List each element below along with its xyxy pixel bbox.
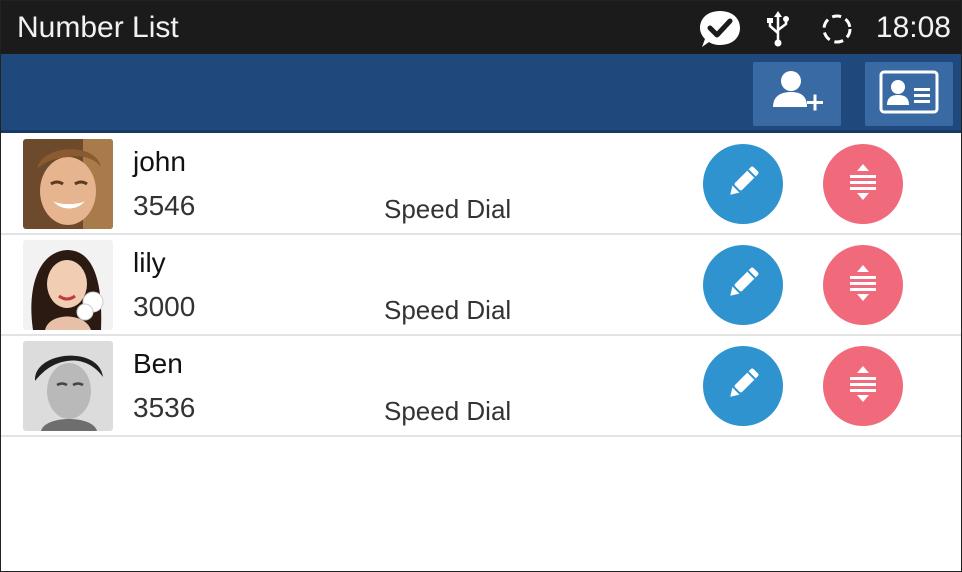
usb-icon <box>765 11 791 52</box>
list-item[interactable]: Ben 3536 Speed Dial <box>1 336 961 437</box>
contact-name: Ben <box>133 348 183 379</box>
clock-time: 18:08 <box>875 11 951 44</box>
sync-icon <box>819 11 855 52</box>
contact-number: 3536 <box>133 392 196 423</box>
avatar <box>23 240 113 330</box>
status-bar: Number List 18:08 <box>1 1 961 54</box>
contact-card-icon <box>878 69 940 120</box>
list-item[interactable]: lily 3000 Speed Dial <box>1 235 961 336</box>
add-contact-button[interactable] <box>753 62 841 126</box>
edit-button[interactable] <box>703 346 783 426</box>
delete-button[interactable] <box>823 346 903 426</box>
delete-icon <box>845 162 881 207</box>
delete-icon <box>845 364 881 409</box>
delete-icon <box>845 263 881 308</box>
page-title: Number List <box>17 11 179 44</box>
contact-number: 3546 <box>133 190 196 221</box>
pencil-icon <box>723 364 763 409</box>
contact-name: john <box>133 146 186 177</box>
delete-button[interactable] <box>823 144 903 224</box>
list-item[interactable]: john 3546 Speed Dial <box>1 134 961 235</box>
pencil-icon <box>723 162 763 207</box>
delete-button[interactable] <box>823 245 903 325</box>
edit-button[interactable] <box>703 144 783 224</box>
phone-screen: Number List 18:08 john 3546 Speed Dial l… <box>0 0 962 572</box>
add-contact-icon <box>769 67 825 122</box>
chat-check-icon <box>697 8 743 55</box>
contact-name: lily <box>133 247 166 278</box>
avatar <box>23 139 113 229</box>
speed-dial-label: Speed Dial <box>384 194 512 224</box>
contact-number: 3000 <box>133 291 196 322</box>
speed-dial-label: Speed Dial <box>384 396 512 426</box>
avatar <box>23 341 113 431</box>
pencil-icon <box>723 263 763 308</box>
edit-button[interactable] <box>703 245 783 325</box>
contacts-button[interactable] <box>865 62 953 126</box>
speed-dial-label: Speed Dial <box>384 295 512 325</box>
contact-list: john 3546 Speed Dial lily 3000 Speed Dia… <box>1 134 961 437</box>
action-toolbar <box>1 54 961 133</box>
